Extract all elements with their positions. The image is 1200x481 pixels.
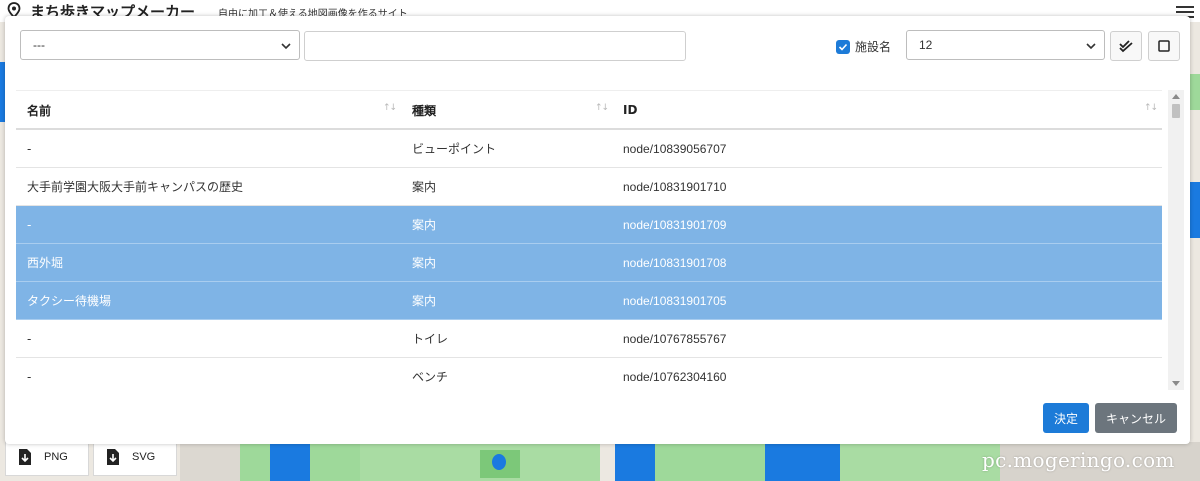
cell-name: -	[27, 217, 32, 232]
cell-type: 案内	[412, 256, 437, 270]
download-file-icon	[19, 449, 31, 465]
cell-type: 案内	[412, 218, 437, 232]
column-header-name[interactable]: 名前	[27, 91, 51, 129]
sort-icon[interactable]: ↑↓	[383, 103, 397, 113]
scroll-up-icon[interactable]	[1172, 94, 1180, 99]
cell-type: ビューポイント	[412, 142, 497, 156]
facility-select-dialog: --- 施設名 12 名前 ↑↓ 種類 ↑↓ ID ↑↓ - ビューポイント n…	[5, 16, 1190, 444]
cell-id: node/10831901708	[623, 255, 727, 270]
table-scrollbar[interactable]	[1168, 90, 1184, 390]
dialog-toolbar: --- 施設名 12	[5, 16, 1190, 76]
table-row[interactable]: - トイレ node/10767855767	[16, 320, 1162, 358]
check-icon	[838, 43, 848, 51]
check-all-button[interactable]	[1110, 31, 1142, 61]
cell-id: node/10839056707	[623, 141, 727, 156]
search-input[interactable]	[304, 31, 686, 61]
cell-id: node/10762304160	[623, 369, 727, 384]
cell-name: 大手前学園大阪大手前キャンパスの歴史	[27, 180, 244, 194]
download-file-icon	[107, 449, 119, 465]
sort-icon[interactable]: ↑↓	[595, 103, 609, 113]
scroll-down-icon[interactable]	[1172, 381, 1180, 386]
column-header-type[interactable]: 種類	[412, 91, 436, 129]
uncheck-all-button[interactable]	[1148, 31, 1180, 61]
scroll-thumb[interactable]	[1172, 104, 1180, 118]
empty-square-icon	[1158, 40, 1170, 52]
size-select[interactable]: 12	[906, 30, 1105, 60]
table-row[interactable]: 西外堀 案内 node/10831901708	[16, 244, 1162, 282]
facility-table: 名前 ↑↓ 種類 ↑↓ ID ↑↓ - ビューポイント node/1083905…	[16, 90, 1176, 390]
cell-id: node/10831901705	[623, 293, 727, 308]
cell-type: トイレ	[412, 332, 449, 346]
table-row[interactable]: - ベンチ node/10762304160	[16, 358, 1162, 390]
category-select-value: ---	[33, 38, 45, 52]
column-header-id[interactable]: ID	[623, 91, 637, 129]
sort-icon[interactable]: ↑↓	[1144, 103, 1158, 113]
chevron-down-icon	[281, 43, 291, 50]
cell-id: node/10831901710	[623, 179, 727, 194]
facility-name-label: 施設名	[855, 40, 892, 54]
cell-name: -	[27, 331, 32, 346]
table-row[interactable]: - 案内 node/10831901709	[16, 206, 1162, 244]
export-png-label: PNG	[44, 451, 68, 463]
cell-name: 西外堀	[27, 256, 64, 270]
ok-button[interactable]: 決定	[1043, 403, 1089, 433]
export-svg-label: SVG	[132, 451, 156, 463]
cell-name: -	[27, 369, 32, 384]
cell-id: node/10767855767	[623, 331, 727, 346]
cell-type: ベンチ	[412, 370, 449, 384]
facility-name-checkbox[interactable]	[836, 39, 850, 54]
double-check-icon	[1119, 40, 1133, 53]
category-select[interactable]: ---	[20, 30, 300, 60]
cell-type: 案内	[412, 180, 437, 194]
table-row[interactable]: タクシー待機場 案内 node/10831901705	[16, 282, 1162, 320]
cell-name: -	[27, 141, 32, 156]
chevron-down-icon	[1086, 43, 1096, 50]
cell-id: node/10831901709	[623, 217, 727, 232]
cell-name: タクシー待機場	[27, 294, 112, 308]
table-body: - ビューポイント node/10839056707 大手前学園大阪大手前キャン…	[16, 130, 1162, 390]
facility-name-toggle[interactable]: 施設名	[836, 38, 891, 55]
table-row[interactable]: 大手前学園大阪大手前キャンパスの歴史 案内 node/10831901710	[16, 168, 1162, 206]
table-row[interactable]: - ビューポイント node/10839056707	[16, 130, 1162, 168]
table-header: 名前 ↑↓ 種類 ↑↓ ID ↑↓	[16, 90, 1162, 130]
cell-type: 案内	[412, 294, 437, 308]
cancel-button[interactable]: キャンセル	[1095, 403, 1177, 433]
size-select-value: 12	[919, 38, 933, 52]
watermark: pc.mogeringo.com	[982, 448, 1175, 472]
